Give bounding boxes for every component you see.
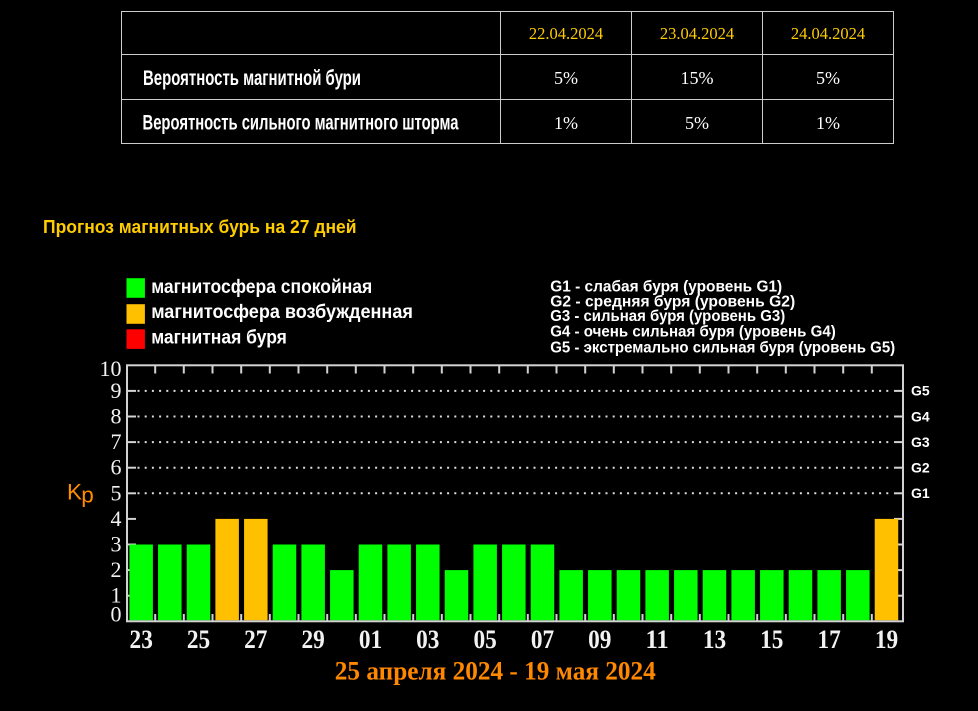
svg-text:Прогноз магнитных бурь на 27 д: Прогноз магнитных бурь на 27 дней xyxy=(43,217,357,237)
svg-text:K: K xyxy=(67,479,82,504)
svg-text:3: 3 xyxy=(111,532,122,557)
svg-text:25: 25 xyxy=(187,625,210,654)
svg-text:7: 7 xyxy=(111,429,122,454)
svg-text:G5: G5 xyxy=(911,383,930,399)
svg-text:11: 11 xyxy=(645,625,668,654)
svg-text:G4 - очень сильная буря (урове: G4 - очень сильная буря (уровень G4) xyxy=(550,324,836,341)
svg-text:13: 13 xyxy=(703,625,726,654)
svg-text:Вероятность сильного магнитног: Вероятность сильного магнитного шторма xyxy=(143,112,459,135)
svg-text:магнитосфера спокойная: магнитосфера спокойная xyxy=(151,277,372,298)
svg-text:2: 2 xyxy=(111,557,122,582)
svg-text:G4: G4 xyxy=(911,408,930,424)
svg-text:Вероятность магнитной бури: Вероятность магнитной бури xyxy=(143,67,361,90)
svg-text:G3 - сильная буря (уровень G3): G3 - сильная буря (уровень G3) xyxy=(550,308,785,325)
svg-text:G1: G1 xyxy=(911,485,930,501)
svg-text:25 апреля 2024 - 19 мая 2024: 25 апреля 2024 - 19 мая 2024 xyxy=(335,655,656,685)
svg-text:9: 9 xyxy=(111,378,122,403)
svg-text:1: 1 xyxy=(111,583,122,608)
svg-text:17: 17 xyxy=(817,625,840,654)
svg-text:4: 4 xyxy=(111,506,122,531)
svg-text:19: 19 xyxy=(875,625,898,654)
svg-text:23: 23 xyxy=(130,625,153,654)
svg-text:05: 05 xyxy=(473,625,496,654)
svg-text:07: 07 xyxy=(531,625,554,654)
svg-text:01: 01 xyxy=(359,625,382,654)
svg-text:G3: G3 xyxy=(911,434,930,450)
svg-text:10: 10 xyxy=(100,356,122,381)
svg-text:G5 - экстремально сильная буря: G5 - экстремально сильная буря (уровень … xyxy=(550,339,895,356)
svg-text:29: 29 xyxy=(301,625,324,654)
svg-text:6: 6 xyxy=(111,455,122,480)
svg-text:G2: G2 xyxy=(911,460,930,476)
svg-text:27: 27 xyxy=(244,625,267,654)
svg-text:03: 03 xyxy=(416,625,439,654)
svg-text:8: 8 xyxy=(111,404,122,429)
svg-text:15: 15 xyxy=(760,625,783,654)
svg-text:09: 09 xyxy=(588,625,611,654)
svg-text:магнитосфера возбужденная: магнитосфера возбужденная xyxy=(151,302,413,323)
svg-text:p: p xyxy=(81,483,94,508)
svg-text:5: 5 xyxy=(111,480,122,505)
svg-text:магнитная буря: магнитная буря xyxy=(151,328,287,349)
